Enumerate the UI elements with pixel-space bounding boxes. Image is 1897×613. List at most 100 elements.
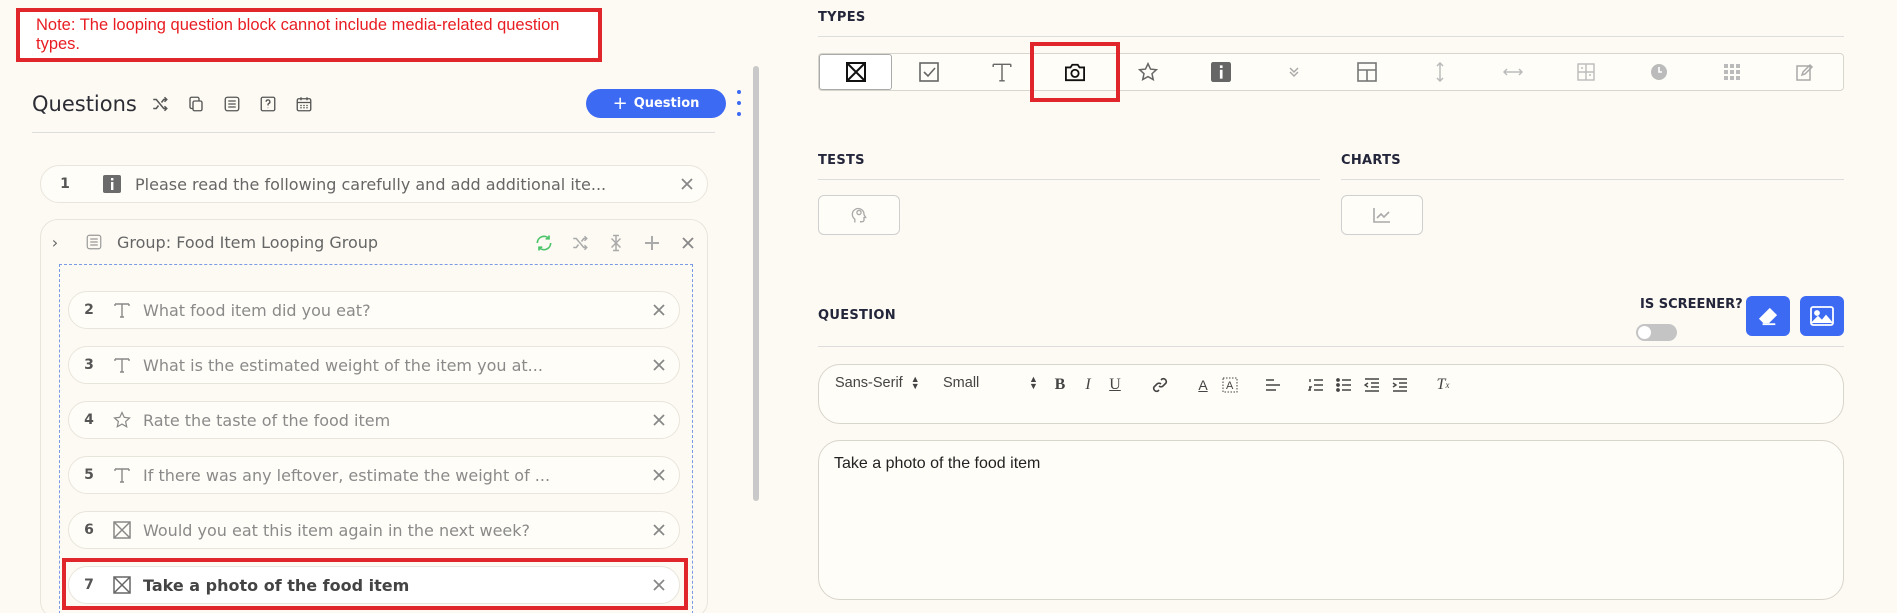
question-row-3[interactable]: 3 What is the estimated weight of the it…: [68, 346, 680, 384]
select-arrows-icon: ▲ ▼: [910, 374, 920, 391]
underline-icon[interactable]: U: [1104, 374, 1126, 396]
shuffle-icon[interactable]: [569, 232, 591, 254]
edit-icon: [1795, 63, 1814, 81]
question-row-2[interactable]: 2 What food item did you eat?: [68, 291, 680, 329]
question-row-6[interactable]: 6 Would you eat this item again in the n…: [68, 511, 680, 549]
copy-icon[interactable]: [185, 93, 207, 115]
question-number: 2: [84, 302, 94, 318]
camera-type-highlight: [1030, 42, 1120, 102]
text-icon: [991, 61, 1013, 83]
font-size-value: Small: [943, 375, 980, 391]
help-icon[interactable]: [257, 93, 279, 115]
background-color-icon[interactable]: A: [1219, 374, 1241, 396]
ordered-list-icon[interactable]: [1305, 374, 1327, 396]
head-brain-icon: [849, 205, 869, 225]
bold-icon[interactable]: B: [1049, 374, 1071, 396]
questions-header: Questions + Question: [32, 86, 741, 122]
type-text[interactable]: [965, 54, 1038, 90]
multiple-choice-icon: [845, 62, 866, 82]
question-text: Would you eat this item again in the nex…: [143, 520, 531, 540]
plus-icon[interactable]: [641, 232, 663, 254]
charts-label: CHARTS: [1341, 153, 1401, 168]
questions-title: Questions: [32, 92, 137, 116]
type-note[interactable]: [1768, 54, 1841, 90]
checkbox-icon: [918, 62, 939, 82]
font-size-select[interactable]: Small ▲ ▼: [943, 374, 1038, 392]
type-time[interactable]: [1622, 54, 1695, 90]
note-text: Note: The looping question block cannot …: [36, 16, 560, 53]
type-star-rating[interactable]: [1111, 54, 1184, 90]
shuffle-icon[interactable]: [149, 93, 171, 115]
close-icon[interactable]: [679, 176, 695, 192]
question-types-bar: [818, 53, 1844, 91]
chart-button[interactable]: [1341, 195, 1423, 235]
plus-icon: +: [612, 93, 628, 114]
font-family-select[interactable]: Sans-Serif ▲ ▼: [835, 374, 920, 392]
question-row-5[interactable]: 5 If there was any leftover, estimate th…: [68, 456, 680, 494]
type-grid[interactable]: [1695, 54, 1768, 90]
question-editor[interactable]: Take a photo of the food item: [818, 440, 1844, 600]
test-button[interactable]: [818, 195, 900, 235]
tests-label: TESTS: [818, 153, 865, 168]
scrollbar-thumb[interactable]: [753, 66, 759, 501]
ranking-icon: [1576, 63, 1595, 81]
grid-icon: [1723, 63, 1741, 81]
vertical-arrows-icon: [1435, 62, 1445, 82]
eraser-button[interactable]: [1746, 296, 1790, 336]
close-icon[interactable]: [651, 522, 667, 538]
chevron-right-icon[interactable]: ›: [49, 233, 61, 252]
group-header[interactable]: › Group: Food Item Looping Group: [41, 220, 709, 264]
type-checkbox[interactable]: [892, 54, 965, 90]
list-icon[interactable]: [221, 93, 243, 115]
close-icon[interactable]: [651, 467, 667, 483]
close-icon[interactable]: [651, 302, 667, 318]
image-icon: [1810, 306, 1834, 326]
question-text: What food item did you eat?: [143, 300, 371, 320]
rich-text-toolbar: Sans-Serif ▲ ▼ Small ▲ ▼ B I U A A Tx: [818, 364, 1844, 424]
more-menu-icon[interactable]: [735, 90, 743, 116]
type-layout[interactable]: [1330, 54, 1403, 90]
outdent-icon[interactable]: [1361, 374, 1383, 396]
type-multiple-choice[interactable]: [819, 54, 892, 90]
divider: [818, 346, 1844, 347]
clear-format-icon[interactable]: Tx: [1432, 374, 1454, 396]
type-vertical-slider[interactable]: [1403, 54, 1476, 90]
image-button[interactable]: [1800, 296, 1844, 336]
question-number: 5: [84, 467, 94, 483]
type-ranking[interactable]: [1549, 54, 1622, 90]
question-text: Please read the following carefully and …: [135, 174, 607, 194]
shuffle-off-icon[interactable]: [605, 232, 627, 254]
link-icon[interactable]: [1149, 374, 1171, 396]
font-color-icon[interactable]: A: [1192, 374, 1214, 396]
indent-icon[interactable]: [1389, 374, 1411, 396]
close-icon[interactable]: [677, 232, 699, 254]
question-text: Rate the taste of the food item: [143, 410, 391, 430]
select-arrows-icon: ▲ ▼: [1029, 374, 1038, 391]
text-icon: [111, 299, 133, 321]
question-row-1[interactable]: 1 Please read the following carefully an…: [40, 165, 708, 203]
loop-icon[interactable]: [533, 232, 555, 254]
divider: [818, 179, 1320, 180]
divider: [818, 36, 1844, 37]
bullet-list-icon[interactable]: [1333, 374, 1355, 396]
selected-row-highlight: [62, 558, 688, 610]
editor-text[interactable]: Take a photo of the food item: [834, 455, 1040, 473]
align-icon[interactable]: [1262, 374, 1284, 396]
add-question-label: Question: [633, 96, 700, 111]
is-screener-label: IS SCREENER?: [1640, 297, 1743, 312]
close-icon[interactable]: [651, 357, 667, 373]
type-horizontal-slider[interactable]: [1476, 54, 1549, 90]
star-icon: [1137, 62, 1158, 82]
add-question-button[interactable]: + Question: [586, 89, 726, 118]
close-icon[interactable]: [651, 412, 667, 428]
question-text: If there was any leftover, estimate the …: [143, 465, 551, 485]
question-number: 6: [84, 522, 94, 538]
question-row-4[interactable]: 4 Rate the taste of the food item: [68, 401, 680, 439]
italic-icon[interactable]: I: [1077, 374, 1099, 396]
text-icon: [111, 354, 133, 376]
type-info[interactable]: [1184, 54, 1257, 90]
calendar-icon[interactable]: [293, 93, 315, 115]
type-dropdown[interactable]: [1257, 54, 1330, 90]
types-label: TYPES: [818, 10, 866, 25]
screener-toggle[interactable]: [1636, 324, 1677, 341]
